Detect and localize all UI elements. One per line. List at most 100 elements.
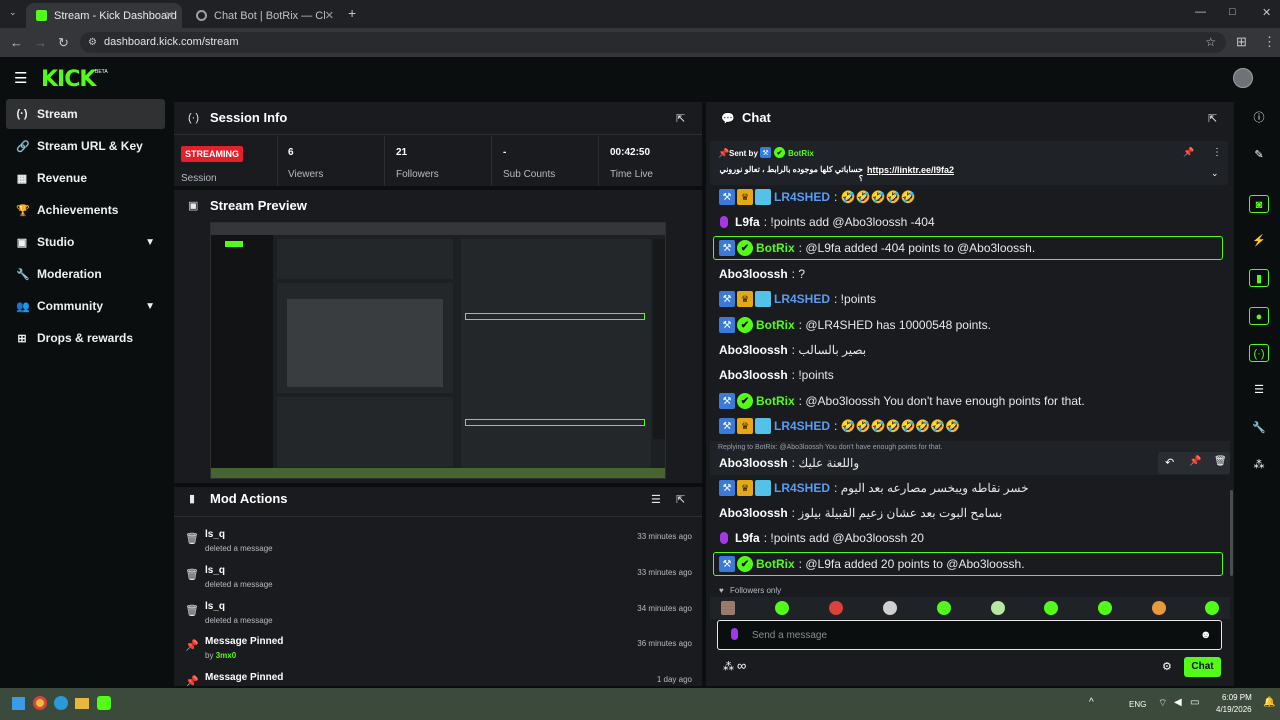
chevron-down-icon[interactable]: ▼ [145,237,155,248]
windows-start-icon[interactable] [12,697,25,710]
broadcast-icon[interactable]: (·) [1249,344,1269,362]
wifi-icon[interactable]: ⌔ [1158,697,1167,710]
wrench-icon[interactable]: 🔧 [1249,419,1269,437]
emote-green-face-icon[interactable] [1044,601,1058,615]
mod-action-row[interactable]: 🗑 ls_q deleted a message 33 minutes ago [174,524,702,560]
settings-gear-icon[interactable]: ⚙ [1162,660,1172,673]
sidebar-item-stream[interactable]: (·) Stream [6,99,165,129]
chat-username[interactable]: Abo3loossh [719,368,788,382]
chat-message[interactable]: Abo3loossh: واللعنة عليك [719,452,1229,474]
mod-action-row[interactable]: 📌 Message Pinned by 3mx0 36 minutes ago [174,631,702,667]
community-icon[interactable]: ⁂ [1249,456,1269,474]
site-info-icon[interactable]: ⚙ [88,32,97,53]
chat-message[interactable]: ⚒ ✔ BotRix: @Abo3loossh You don't have en… [719,390,1229,412]
lightning-icon[interactable]: ⚡ [1249,232,1269,250]
chat-username[interactable]: LR4SHED [774,481,830,495]
trash-icon[interactable]: 🗑 [1214,456,1227,467]
extension-icon[interactable]: ⊞ [1236,34,1247,50]
chevron-down-icon[interactable]: ⌄ [1211,168,1219,179]
chat-username[interactable]: BotRix [756,318,795,332]
sidebar-item-studio[interactable]: ▣ Studio ▼ [6,227,165,257]
emote-green-face-icon[interactable] [1205,601,1219,615]
mod-action-row[interactable]: 🗑 ls_q deleted a message 33 minutes ago [174,560,702,596]
folder-icon[interactable] [75,698,89,709]
edit-icon[interactable]: ✎ [1249,146,1269,164]
language-indicator[interactable]: ENG [1129,700,1146,709]
chat-input[interactable]: Send a message [752,630,827,641]
avatar[interactable] [1233,68,1253,88]
tab-search-icon[interactable]: ⌄ [9,7,17,18]
sidebar-item-revenue[interactable]: ▦ Revenue [6,163,165,193]
chat-message[interactable]: ⚒ ♛ LR4SHED: 🤣🤣🤣🤣🤣 [719,186,1229,208]
chat-username[interactable]: Abo3loossh [719,267,788,281]
filter-icon[interactable]: ☰ [651,493,661,506]
chat-message[interactable]: Abo3loossh: بصير بالسالب [719,339,1229,361]
chat-message[interactable]: ⚒ ♛ LR4SHED: خسر نقاطه ويبخسر مصارعه بعد … [719,477,1229,499]
reload-icon[interactable]: ↻ [58,35,69,51]
server-icon[interactable]: ☰ [1249,381,1269,399]
info-icon[interactable]: ⓘ [1249,109,1269,127]
tray-chevron-icon[interactable]: ^ [1089,697,1094,708]
notification-bell-icon[interactable]: 🔔 [1263,697,1275,708]
chevron-down-icon[interactable]: ▼ [145,301,155,312]
chat-scrollbar[interactable] [1230,490,1233,576]
browser-menu-icon[interactable]: ⋮ [1263,34,1276,50]
volume-icon[interactable]: ◀ [1174,697,1182,708]
chat-username[interactable]: L9fa [735,215,760,229]
chat-message[interactable]: ⚒ ✔ BotRix: @L9fa added 20 points to @Abo… [719,553,1229,575]
close-icon[interactable]: ✕ [325,9,334,22]
chat-username[interactable]: BotRix [756,394,795,408]
mod-user-link[interactable]: 3mx0 [216,651,236,660]
emote-green-face-icon[interactable] [1098,601,1112,615]
sidebar-item-moderation[interactable]: 🔧 Moderation [6,259,165,289]
chat-message[interactable]: Abo3loossh: بسامح البوت بعد عشان زعيم ال… [719,502,1229,524]
chat-username[interactable]: LR4SHED [774,190,830,204]
chat-send-button[interactable]: Chat [1184,657,1221,677]
popout-icon[interactable]: ⇱ [676,112,685,125]
window-close-icon[interactable]: ✕ [1262,6,1271,19]
chat-username[interactable]: LR4SHED [774,292,830,306]
popout-icon[interactable]: ⇱ [1208,112,1217,125]
sidebar-item-stream-url-key[interactable]: 🔗 Stream URL & Key [6,131,165,161]
clock-time[interactable]: 6:09 PM [1222,693,1252,702]
chat-username[interactable]: LR4SHED [774,419,830,433]
kick-app-icon[interactable] [97,696,111,710]
camera-icon[interactable]: ◙ [1249,195,1269,213]
chrome-icon[interactable] [33,696,47,710]
mod-action-row[interactable]: 🗑 ls_q deleted a message 34 minutes ago [174,596,702,632]
chat-message[interactable]: Abo3loossh: !points [719,364,1229,386]
battery-icon[interactable]: ▭ [1190,697,1199,708]
sidebar-item-drops-rewards[interactable]: ⊞ Drops & rewards [6,323,165,353]
close-icon[interactable]: ✕ [165,9,174,22]
tab-stream-kick[interactable]: Stream - Kick Dashboard ✕ [26,3,182,28]
forward-icon[interactable]: → [34,35,47,50]
emote-red-face-icon[interactable] [829,601,843,615]
pinned-link[interactable]: https://linktr.ee/l9fa2 [867,165,954,175]
emote-orange-face-icon[interactable] [1152,601,1166,615]
sidebar-item-community[interactable]: 👥 Community ▼ [6,291,165,321]
pinned-user[interactable]: BotRix [788,149,814,158]
chat-message[interactable]: ⚒ ✔ BotRix: @LR4SHED has 10000548 points. [719,314,1229,336]
chat-message[interactable]: L9fa: !points add @Abo3loossh -404 [719,211,1229,233]
bookmark-star-icon[interactable]: ☆ [1205,32,1216,53]
sidebar-item-achievements[interactable]: 🏆 Achievements [6,195,165,225]
popout-icon[interactable]: ⇱ [676,493,685,506]
url-field[interactable]: ⚙ dashboard.kick.com/stream ☆ [80,32,1226,53]
chat-message[interactable]: ⚒ ♛ LR4SHED: 🤣🤣🤣🤣🤣🤣🤣🤣 [719,415,1229,437]
chat-bubble-icon[interactable]: ● [1249,307,1269,325]
pin-icon[interactable]: 📌 [1189,456,1201,467]
chat-message[interactable]: ⚒ ✔ BotRix: @L9fa added -404 points to @A… [719,237,1229,259]
chat-username[interactable]: Abo3loossh [719,506,788,520]
edge-icon[interactable] [54,696,68,710]
reply-icon[interactable]: ↶ [1165,456,1174,469]
emote-green-face-icon[interactable] [775,601,789,615]
back-icon[interactable]: ← [10,35,23,50]
clock-date[interactable]: 4/19/2026 [1216,705,1252,714]
mod-action-row[interactable]: 📌 Message Pinned 1 day ago [174,667,702,686]
new-tab-button[interactable]: + [348,5,356,21]
chat-username[interactable]: Abo3loossh [719,456,788,470]
tab-botrix[interactable]: Chat Bot | BotRix — Cloud Stre ✕ [186,3,342,28]
community-points-icon[interactable]: ⁂ [723,660,734,673]
chat-username[interactable]: BotRix [756,241,795,255]
kick-logo[interactable]: KICK [41,67,96,92]
